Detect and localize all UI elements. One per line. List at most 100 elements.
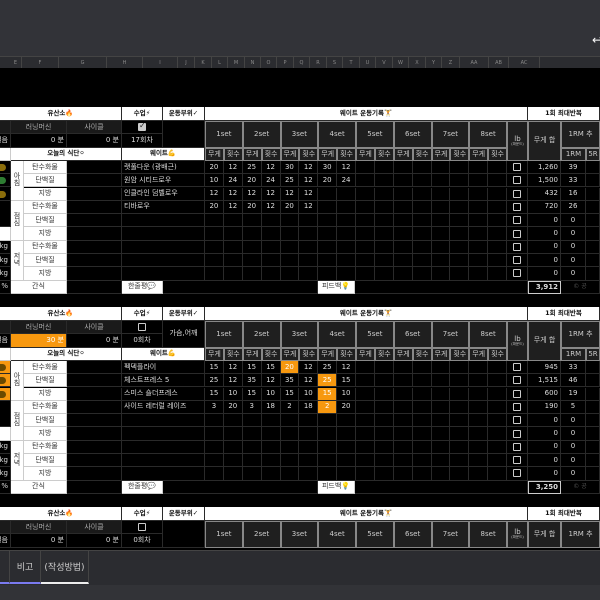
set-weight[interactable]: 15 <box>205 360 224 375</box>
set-weight[interactable] <box>205 467 224 481</box>
set-reps[interactable] <box>488 174 507 188</box>
set-reps[interactable] <box>261 227 281 241</box>
set-weight[interactable] <box>242 214 262 228</box>
set-reps[interactable] <box>337 454 356 468</box>
set-weight[interactable] <box>469 440 489 454</box>
checkbox-icon[interactable] <box>513 189 521 198</box>
set-weight[interactable] <box>431 387 451 401</box>
set-weight[interactable] <box>205 267 224 281</box>
set-weight[interactable] <box>356 267 375 281</box>
set-reps[interactable]: 15 <box>337 374 356 388</box>
set-reps[interactable] <box>223 414 243 428</box>
cycle-minutes[interactable]: 0 분 <box>67 134 122 148</box>
set-reps[interactable]: 20 <box>223 400 243 415</box>
set-weight[interactable] <box>356 374 375 388</box>
checkbox-icon[interactable] <box>513 229 521 238</box>
set-reps[interactable] <box>412 254 432 268</box>
nutrient-value[interactable] <box>67 427 122 441</box>
set-reps[interactable] <box>450 267 470 281</box>
set-reps[interactable]: 12 <box>299 187 319 201</box>
set-weight[interactable]: 2 <box>280 400 300 415</box>
set-reps[interactable] <box>261 440 281 454</box>
lb-checkbox[interactable] <box>507 200 528 215</box>
exercise-name[interactable]: 인클라인 덤벨로우 <box>122 187 205 201</box>
set-reps[interactable] <box>337 200 356 215</box>
treadmill-minutes[interactable]: 30 분 <box>11 334 67 348</box>
set-weight[interactable] <box>242 454 262 468</box>
set-reps[interactable] <box>488 414 507 428</box>
set-weight[interactable]: 12 <box>205 187 224 201</box>
set-weight[interactable] <box>431 374 451 388</box>
set-weight[interactable] <box>469 467 489 481</box>
lb-checkbox[interactable] <box>507 414 528 428</box>
set-weight[interactable] <box>356 160 375 175</box>
set-reps[interactable] <box>412 454 432 468</box>
set-weight[interactable] <box>356 200 375 215</box>
set-weight[interactable]: 2 <box>318 400 338 415</box>
nutrient-value[interactable] <box>67 267 122 281</box>
set-weight[interactable] <box>431 160 451 175</box>
set-reps[interactable] <box>374 160 394 175</box>
checkbox-icon[interactable] <box>513 456 521 465</box>
set-weight[interactable] <box>393 414 413 428</box>
lb-checkbox[interactable] <box>507 387 528 401</box>
set-reps[interactable] <box>412 187 432 201</box>
set-weight[interactable] <box>393 374 413 388</box>
set-weight[interactable] <box>280 267 300 281</box>
lb-checkbox[interactable] <box>507 174 528 188</box>
set-weight[interactable]: 20 <box>205 160 224 175</box>
set-reps[interactable]: 10 <box>223 387 243 401</box>
set-weight[interactable] <box>431 427 451 441</box>
set-weight[interactable]: 15 <box>205 387 224 401</box>
set-weight[interactable] <box>280 214 300 228</box>
set-reps[interactable]: 12 <box>299 160 319 175</box>
set-weight[interactable] <box>318 454 338 468</box>
set-weight[interactable] <box>356 387 375 401</box>
exercise-name[interactable] <box>122 227 205 241</box>
set-reps[interactable] <box>412 160 432 175</box>
set-weight[interactable] <box>393 360 413 375</box>
set-reps[interactable] <box>223 267 243 281</box>
set-weight[interactable] <box>318 267 338 281</box>
nutrient-value[interactable] <box>67 227 122 241</box>
set-reps[interactable] <box>412 214 432 228</box>
set-weight[interactable] <box>469 267 489 281</box>
set-reps[interactable] <box>374 427 394 441</box>
set-reps[interactable] <box>488 200 507 215</box>
set-reps[interactable]: 12 <box>337 360 356 375</box>
checkbox-icon[interactable] <box>513 202 521 211</box>
set-weight[interactable]: 20 <box>318 174 338 188</box>
set-reps[interactable] <box>374 254 394 268</box>
set-weight[interactable] <box>356 467 375 481</box>
set-reps[interactable] <box>488 160 507 175</box>
set-weight[interactable] <box>431 454 451 468</box>
checkbox-icon[interactable] <box>138 122 146 132</box>
lb-checkbox[interactable] <box>507 227 528 241</box>
set-reps[interactable] <box>488 440 507 454</box>
lb-checkbox[interactable] <box>507 440 528 454</box>
set-reps[interactable] <box>299 427 319 441</box>
set-reps[interactable] <box>374 387 394 401</box>
set-weight[interactable] <box>242 467 262 481</box>
set-reps[interactable]: 12 <box>299 200 319 215</box>
set-reps[interactable] <box>488 240 507 254</box>
class-checkbox[interactable] <box>122 121 163 135</box>
cycle-minutes[interactable]: 0 분 <box>67 534 122 548</box>
set-reps[interactable] <box>450 440 470 454</box>
exercise-name[interactable] <box>122 267 205 281</box>
set-reps[interactable] <box>488 387 507 401</box>
exercise-name[interactable]: 체스트프레스 5 <box>122 374 205 388</box>
checkbox-icon[interactable] <box>513 363 521 372</box>
sheet-tab-notes[interactable]: 비고 <box>10 551 41 584</box>
cycle-minutes[interactable]: 0 분 <box>67 334 122 348</box>
set-weight[interactable] <box>431 214 451 228</box>
set-reps[interactable] <box>412 374 432 388</box>
set-weight[interactable] <box>393 467 413 481</box>
set-reps[interactable] <box>261 414 281 428</box>
set-reps[interactable]: 12 <box>223 360 243 375</box>
set-reps[interactable] <box>374 214 394 228</box>
set-weight[interactable] <box>393 267 413 281</box>
set-weight[interactable] <box>205 440 224 454</box>
set-weight[interactable] <box>356 454 375 468</box>
set-weight[interactable] <box>205 427 224 441</box>
